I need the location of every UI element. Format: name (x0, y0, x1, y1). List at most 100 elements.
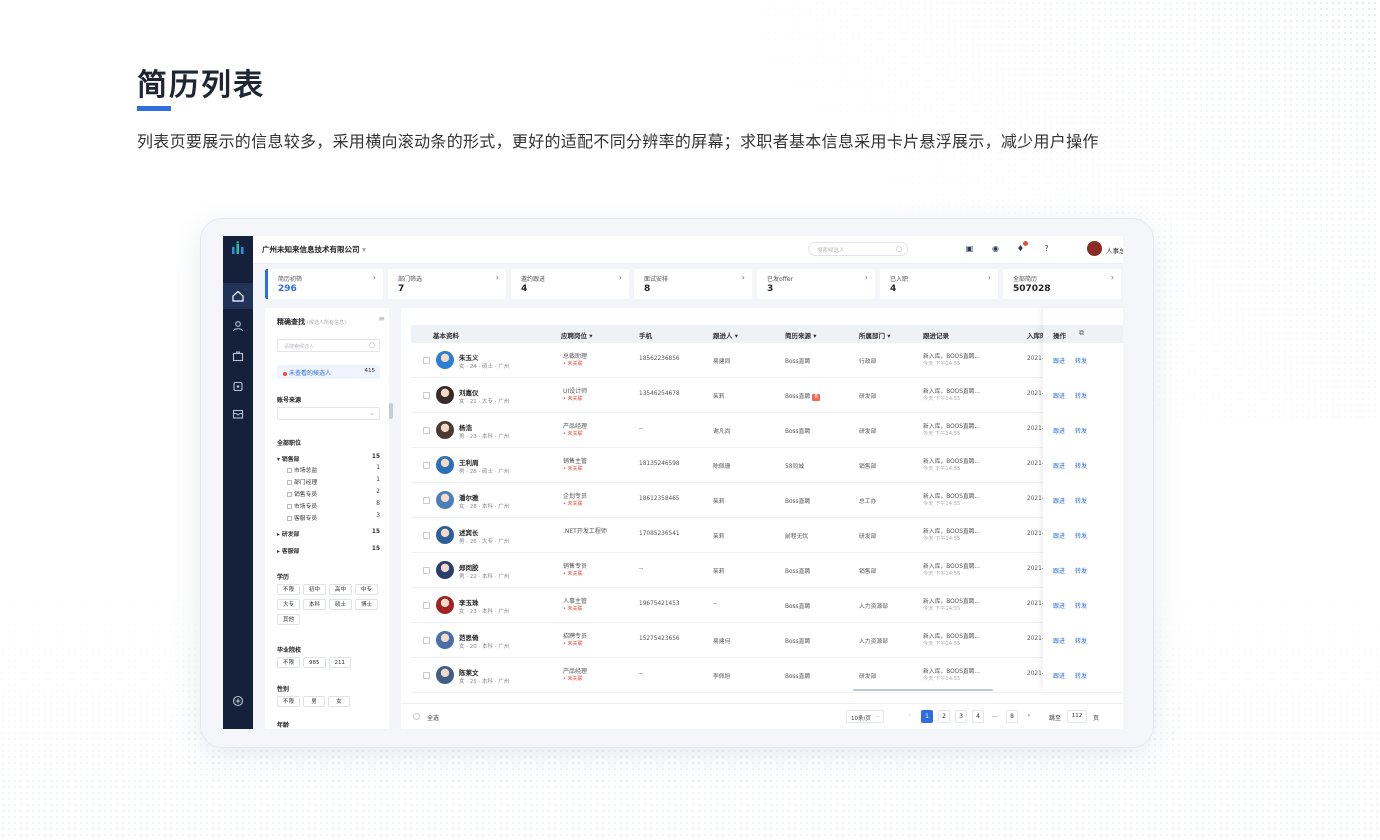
row-checkbox[interactable] (423, 672, 430, 679)
chip-education[interactable]: 不限 (277, 584, 301, 595)
chip-education[interactable]: 博士 (355, 599, 379, 610)
avatar[interactable] (436, 666, 454, 684)
chip-education[interactable]: 初中 (303, 584, 327, 595)
chip-education[interactable]: 大专 (277, 599, 301, 610)
tree-item[interactable]: 市场总监 1 (277, 465, 380, 474)
next-page-button[interactable]: › (1023, 710, 1035, 723)
avatar[interactable] (1087, 241, 1102, 256)
candidate-name[interactable]: 朱玉义 (459, 352, 479, 362)
row-checkbox[interactable] (423, 532, 430, 539)
table-row[interactable]: 王利周男 · 28 · 硕士 · 广州 销售主管 • 未关联 18135246598 陈… (411, 448, 1123, 483)
avatar[interactable] (436, 526, 454, 544)
chip-school[interactable]: 不限 (277, 657, 301, 668)
forward-link[interactable]: 转发 (1075, 671, 1087, 680)
checkbox[interactable] (287, 492, 292, 497)
avatar[interactable] (436, 631, 454, 649)
stat-card-dept[interactable]: 部门筛选 7 › (388, 269, 506, 299)
nav-user[interactable] (223, 313, 253, 339)
follow-up-link[interactable]: 跟进 (1053, 671, 1065, 680)
page-button[interactable]: 4 (972, 710, 984, 723)
select-all-checkbox[interactable] (413, 713, 420, 720)
forward-link[interactable]: 转发 (1075, 496, 1087, 505)
checkbox[interactable] (287, 516, 292, 521)
table-row[interactable]: 郑闵胶男 · 22 · 本科 · 广州 销售专员 • 未关联 -- 茱莉 Boss直聘 销售… (411, 553, 1123, 588)
help-icon[interactable]: ? (1042, 244, 1051, 253)
follow-up-link[interactable]: 跟进 (1053, 461, 1065, 470)
forward-link[interactable]: 转发 (1075, 601, 1087, 610)
forward-link[interactable]: 转发 (1075, 391, 1087, 400)
candidate-name[interactable]: 杨浩 (459, 422, 472, 432)
tree-item[interactable]: 销售专员 2 (277, 489, 380, 498)
table-row[interactable]: 刘嘉仪女 · 21 · 大专 · 广州 UI设计师 • 未关联 13546254678… (411, 378, 1123, 413)
page-button[interactable]: 8 (1006, 710, 1018, 723)
follow-up-link[interactable]: 跟进 (1053, 391, 1065, 400)
checkbox[interactable] (287, 480, 292, 485)
account-source-select[interactable]: ⌄ (277, 407, 380, 420)
follow-up-link[interactable]: 跟进 (1053, 426, 1065, 435)
tree-item[interactable]: 客服专员 3 (277, 513, 380, 522)
nav-briefcase[interactable] (223, 343, 253, 369)
page-button[interactable]: 1 (921, 710, 933, 723)
row-checkbox[interactable] (423, 567, 430, 574)
nav-mail[interactable] (223, 401, 253, 427)
row-checkbox[interactable] (423, 392, 430, 399)
page-button[interactable]: 3 (955, 710, 967, 723)
row-checkbox[interactable] (423, 462, 430, 469)
avatar[interactable] (436, 351, 454, 369)
layout-icon[interactable]: ▣ (965, 244, 974, 253)
table-row[interactable]: 朱玉义女 · 24 · 硕士 · 广州 总裁助理 • 未关联 18562236856 易… (411, 343, 1123, 378)
tree-item-group[interactable]: ▸ 客服部 15 (277, 546, 380, 555)
candidate-name[interactable]: 陈莱文 (459, 667, 479, 677)
compass-icon[interactable]: ◉ (991, 244, 1000, 253)
chip-education[interactable]: 其他 (277, 614, 301, 625)
page-button[interactable]: 2 (938, 710, 950, 723)
table-row[interactable]: 述宾长男 · 26 · 大专 · 广州 .NET开发工程师 17085236541 茱… (411, 518, 1123, 553)
menu-icon[interactable]: ≡ (378, 314, 385, 323)
candidate-name[interactable]: 范思倚 (459, 632, 479, 642)
forward-link[interactable]: 转发 (1075, 531, 1087, 540)
user-menu[interactable]: 人事总监 ⌄ (1106, 245, 1123, 255)
follow-up-link[interactable]: 跟进 (1053, 566, 1065, 575)
row-checkbox[interactable] (423, 602, 430, 609)
forward-link[interactable]: 转发 (1075, 461, 1087, 470)
nav-home[interactable] (223, 283, 253, 309)
avatar[interactable] (436, 561, 454, 579)
candidate-name[interactable]: 王利周 (459, 457, 479, 467)
table-row[interactable]: 杨浩男 · 23 · 本科 · 广州 产品经理 • 未关联 -- 谢凡尚 Boss直聘 研发… (411, 413, 1123, 448)
stat-card-all[interactable]: 全部简历 507028 › (1003, 269, 1121, 299)
forward-link[interactable]: 转发 (1075, 426, 1087, 435)
candidate-name[interactable]: 郑闵胶 (459, 562, 479, 572)
company-selector[interactable]: 广州未知来信息技术有限公司 ▾ (262, 244, 366, 255)
avatar[interactable] (436, 421, 454, 439)
avatar[interactable] (436, 596, 454, 614)
table-row[interactable]: 范思倚女 · 20 · 本科 · 广州 招聘专员 • 未关联 15275423656 易… (411, 623, 1123, 658)
chip-education[interactable]: 硕士 (329, 599, 353, 610)
stat-card-screening[interactable]: 简历初筛 296 › (265, 269, 383, 299)
checkbox[interactable] (287, 468, 292, 473)
col-header-position[interactable]: 应聘岗位 ▾ (561, 330, 593, 340)
avatar[interactable] (436, 491, 454, 509)
col-header-follower[interactable]: 跟进人 ▾ (713, 330, 738, 340)
follow-up-link[interactable]: 跟进 (1053, 531, 1065, 540)
candidate-name[interactable]: 刘嘉仪 (459, 387, 479, 397)
forward-link[interactable]: 转发 (1075, 356, 1087, 365)
unseen-candidates-filter[interactable]: 未查看的候选人 415 (277, 365, 380, 379)
scrollbar-thumb[interactable] (389, 403, 393, 419)
forward-link[interactable]: 转发 (1075, 636, 1087, 645)
avatar[interactable] (436, 386, 454, 404)
chip-gender[interactable]: 不限 (277, 696, 301, 707)
row-checkbox[interactable] (423, 497, 430, 504)
col-header-dept[interactable]: 所属部门 ▾ (859, 330, 891, 340)
follow-up-link[interactable]: 跟进 (1053, 356, 1065, 365)
table-row[interactable]: 李玉珠女 · 23 · 本科 · 广州 人事主管 • 未关联 19675421453 -… (411, 588, 1123, 623)
col-header-source[interactable]: 简历来源 ▾ (785, 330, 817, 340)
follow-up-link[interactable]: 跟进 (1053, 601, 1065, 610)
search-input[interactable]: 搜索候选人 ○ (808, 242, 908, 256)
tree-item[interactable]: 市场专员 8 (277, 501, 380, 510)
follow-up-link[interactable]: 跟进 (1053, 496, 1065, 505)
tree-item-group[interactable]: ▸ 研发部 15 (277, 529, 380, 538)
chip-school[interactable]: 985 (303, 657, 326, 668)
row-checkbox[interactable] (423, 427, 430, 434)
chip-education[interactable]: 高中 (329, 584, 353, 595)
chip-education[interactable]: 本科 (303, 599, 327, 610)
